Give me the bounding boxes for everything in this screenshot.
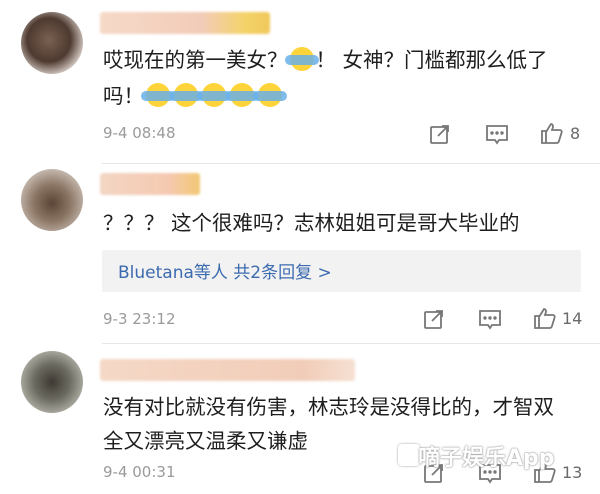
comment-icon[interactable] xyxy=(478,307,502,331)
avatar[interactable] xyxy=(21,12,83,74)
share-icon[interactable] xyxy=(422,307,446,331)
like-count: 8 xyxy=(570,124,581,143)
comment-text-line2: 全又漂亮又温柔又谦虚 xyxy=(103,429,308,453)
comment-text: 哎现在的第一美女？ ！ 女神？门槛都那么低了 xyxy=(103,42,548,78)
like-icon[interactable] xyxy=(540,121,564,145)
comment-timestamp: 9-3 23:12 xyxy=(103,310,176,328)
comment-text-part: 哎现在的第一美女？ xyxy=(103,48,288,72)
comment-text: ？？？ 这个很难吗？志林姐姐可是哥大毕业的 xyxy=(103,211,520,235)
like-count: 13 xyxy=(562,463,583,482)
replies-preview[interactable]: Bluetana等人 共2条回复 > xyxy=(102,250,581,292)
username-blurred[interactable] xyxy=(100,173,200,195)
comment-2: ？？？ 这个很难吗？志林姐姐可是哥大毕业的 Bluetana等人 共2条回复 >… xyxy=(0,163,600,343)
like-icon[interactable] xyxy=(533,306,557,330)
comment-text-part: 吗！ xyxy=(103,84,144,108)
comment-icon[interactable] xyxy=(485,122,509,146)
comment-timestamp: 9-4 08:48 xyxy=(103,124,176,142)
shrug-emoji-icon xyxy=(169,83,203,107)
shrug-emoji-icon xyxy=(141,83,175,107)
avatar[interactable] xyxy=(21,169,83,231)
comment-timestamp: 9-4 00:31 xyxy=(103,463,176,481)
like-count: 14 xyxy=(562,309,583,328)
comment-text-part: ！ 女神？门槛都那么低了 xyxy=(315,48,548,72)
username-blurred[interactable] xyxy=(100,12,270,34)
shrug-emoji-icon xyxy=(225,83,259,107)
shrug-emoji-icon xyxy=(253,83,287,107)
watermark: 嘀子娱乐App xyxy=(418,446,555,471)
comment-text-line2: 吗！ xyxy=(103,78,287,114)
shrug-emoji-icon xyxy=(197,83,231,107)
username-blurred[interactable] xyxy=(100,359,355,381)
watermark-logo-icon xyxy=(398,444,420,466)
comment-1: 哎现在的第一美女？ ！ 女神？门槛都那么低了 吗！ 9-4 08:48 8 xyxy=(0,0,600,160)
share-icon[interactable] xyxy=(428,122,452,146)
avatar[interactable] xyxy=(21,351,83,413)
view-replies-link[interactable]: Bluetana等人 共2条回复 > xyxy=(118,258,332,283)
shrug-emoji-icon xyxy=(284,47,319,71)
comment-text: 没有对比就没有伤害，林志玲是没得比的，才智双 xyxy=(103,395,554,419)
